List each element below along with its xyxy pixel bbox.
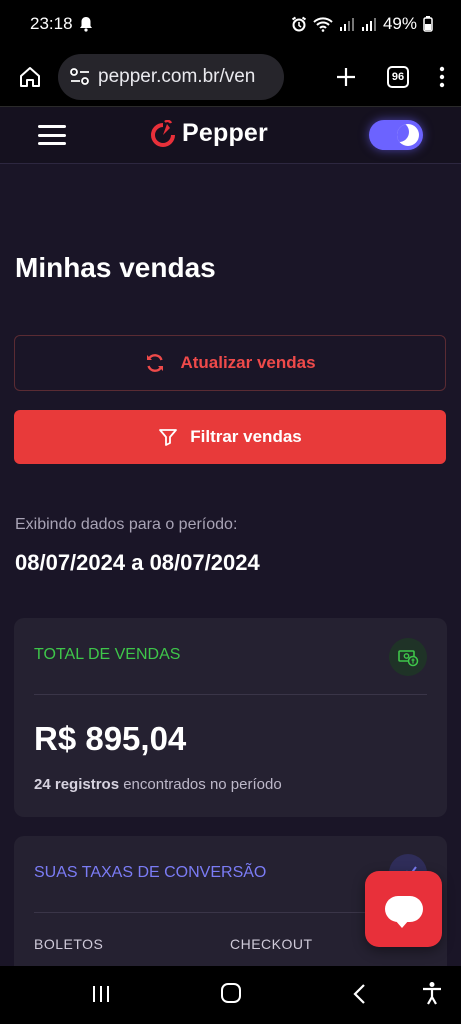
recent-apps-icon[interactable] <box>90 984 112 1004</box>
records-count: 24 registros <box>34 776 120 793</box>
period-label: Exibindo dados para o período: <box>15 516 238 533</box>
total-sales-card: TOTAL DE VENDAS R$ 895,04 24 registros e… <box>14 618 447 817</box>
browser-toolbar: pepper.com.br/ven 96 <box>0 48 461 106</box>
update-sales-label: Atualizar vendas <box>180 353 316 372</box>
home-icon[interactable] <box>14 61 46 93</box>
money-icon <box>389 638 427 676</box>
address-bar[interactable]: pepper.com.br/ven <box>58 54 284 100</box>
app-header: Pepper <box>0 106 461 164</box>
tab-switcher-button[interactable]: 96 <box>387 66 409 88</box>
back-icon[interactable] <box>352 983 366 1005</box>
wifi-icon <box>313 16 333 32</box>
column-checkout: CHECKOUT <box>230 936 313 952</box>
update-sales-button[interactable]: Atualizar vendas <box>14 335 446 391</box>
signal-icon-1 <box>339 17 355 31</box>
chat-support-button[interactable] <box>365 871 442 947</box>
filter-sales-button[interactable]: Filtrar vendas <box>14 410 446 464</box>
period-value: 08/07/2024 a 08/07/2024 <box>15 550 260 575</box>
url-text[interactable]: pepper.com.br/ven <box>98 66 255 88</box>
records-summary: 24 registros encontrados no período <box>34 776 282 793</box>
page-title: Minhas vendas <box>15 252 216 283</box>
dark-mode-toggle[interactable] <box>369 120 423 150</box>
moon-icon <box>397 124 419 146</box>
total-sales-heading: TOTAL DE VENDAS <box>34 646 181 663</box>
total-sales-amount: R$ 895,04 <box>34 720 187 757</box>
status-bar: 23:18 49% <box>0 0 461 48</box>
card-divider <box>34 694 427 695</box>
accessibility-icon[interactable] <box>421 981 443 1005</box>
status-time: 23:18 <box>30 14 73 33</box>
alarm-icon <box>291 16 307 32</box>
brand-name: Pepper <box>182 119 268 147</box>
refresh-icon <box>144 352 166 374</box>
site-settings-icon[interactable] <box>70 68 90 86</box>
notification-bell-icon <box>79 16 93 32</box>
chat-bubble-icon <box>384 896 423 928</box>
battery-icon <box>423 16 433 32</box>
brand-logo[interactable]: Pepper <box>150 119 268 148</box>
browser-actions: 96 <box>335 66 447 88</box>
menu-icon[interactable] <box>38 125 66 145</box>
system-nav-bar <box>0 966 461 1024</box>
signal-icon-2 <box>361 17 377 31</box>
filter-sales-label: Filtrar vendas <box>190 427 302 446</box>
status-icons: 49% <box>291 14 433 34</box>
filter-icon <box>158 427 178 447</box>
records-suffix: encontrados no período <box>119 776 282 793</box>
conversion-heading: SUAS TAXAS DE CONVERSÃO <box>34 864 267 881</box>
column-boletos: BOLETOS <box>34 936 104 952</box>
status-time-group: 23:18 <box>30 14 93 34</box>
home-nav-icon[interactable] <box>220 982 242 1004</box>
more-options-icon[interactable] <box>439 66 445 88</box>
battery-percent: 49% <box>382 14 417 33</box>
pepper-logo-icon <box>151 119 175 147</box>
new-tab-icon[interactable] <box>335 66 357 88</box>
